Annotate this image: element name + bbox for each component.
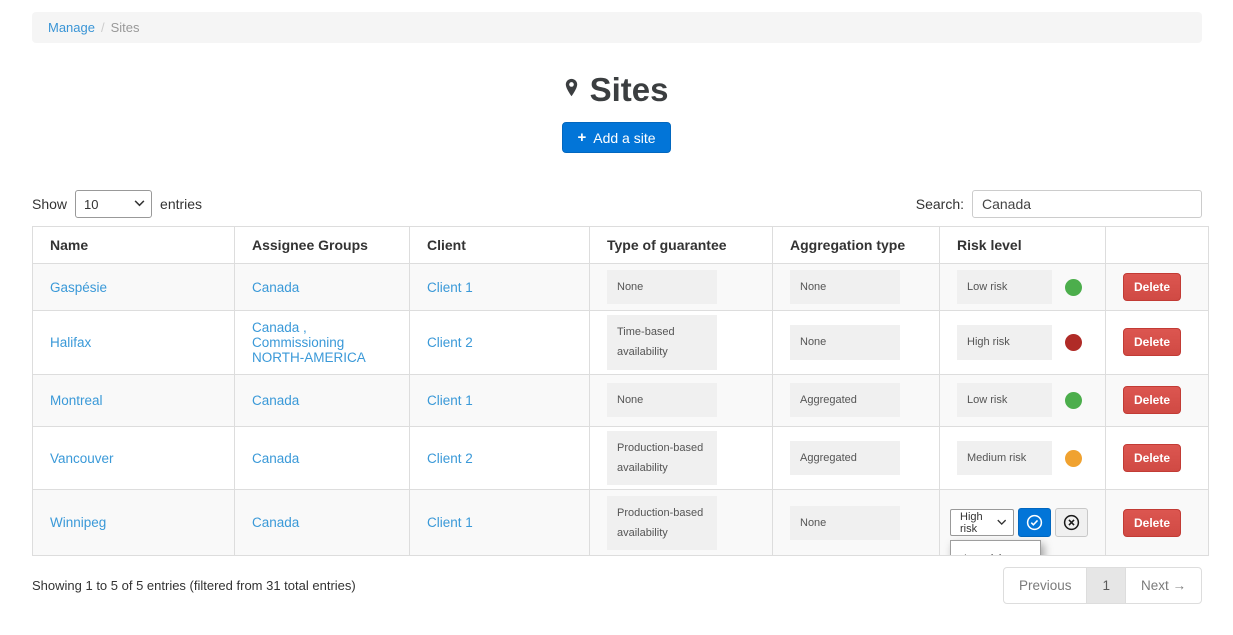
- risk-level-value: Medium risk: [957, 441, 1052, 475]
- sites-table: Name Assignee Groups Client Type of guar…: [32, 226, 1209, 556]
- column-header-risk-level: Risk level: [940, 227, 1106, 264]
- site-name-link[interactable]: Winnipeg: [50, 515, 106, 530]
- check-circle-icon: [1026, 514, 1043, 531]
- assignee-groups-link[interactable]: Canada: [252, 393, 299, 408]
- page-size-select[interactable]: 10: [75, 190, 152, 218]
- table-row: Winnipeg Canada Client 1 Production-base…: [33, 490, 1209, 556]
- site-name-link[interactable]: Halifax: [50, 335, 91, 350]
- map-pin-icon: [565, 78, 578, 102]
- client-link[interactable]: Client 1: [427, 280, 473, 295]
- add-site-button[interactable]: + Add a site: [562, 122, 670, 153]
- risk-option-low[interactable]: Low risk: [951, 544, 1040, 556]
- plus-icon: +: [577, 129, 586, 146]
- table-row: Montreal Canada Client 1 None Aggregated…: [33, 374, 1209, 426]
- pagination-previous-button[interactable]: Previous: [1003, 567, 1088, 604]
- aggregation-value: None: [790, 270, 900, 304]
- site-name-link[interactable]: Montreal: [50, 393, 103, 408]
- table-row: Halifax Canada , Commissioning NORTH-AME…: [33, 311, 1209, 375]
- risk-status-dot: [1065, 450, 1082, 467]
- aggregation-value: None: [790, 506, 900, 540]
- risk-level-value: Low risk: [957, 270, 1052, 304]
- risk-level-value: Low risk: [957, 383, 1052, 417]
- column-header-client: Client: [410, 227, 590, 264]
- breadcrumb-manage-link[interactable]: Manage: [48, 20, 95, 35]
- aggregation-value: None: [790, 325, 900, 359]
- risk-level-value: High risk: [957, 325, 1052, 359]
- delete-button[interactable]: Delete: [1123, 273, 1181, 301]
- entries-label: entries: [160, 196, 202, 212]
- chevron-down-icon: [997, 519, 1006, 526]
- client-link[interactable]: Client 1: [427, 393, 473, 408]
- client-link[interactable]: Client 2: [427, 451, 473, 466]
- page-title: Sites: [590, 71, 669, 109]
- pagination: Previous 1 Next →: [1003, 567, 1202, 604]
- assignee-groups-link[interactable]: Canada , Commissioning NORTH-AMERICA: [252, 320, 366, 365]
- add-site-label: Add a site: [593, 130, 655, 146]
- client-link[interactable]: Client 2: [427, 335, 473, 350]
- aggregation-value: Aggregated: [790, 441, 900, 475]
- cancel-risk-button[interactable]: [1055, 508, 1088, 537]
- risk-status-dot: [1065, 279, 1082, 296]
- assignee-groups-link[interactable]: Canada: [252, 280, 299, 295]
- breadcrumb: Manage / Sites: [32, 12, 1202, 43]
- show-label: Show: [32, 196, 67, 212]
- client-link[interactable]: Client 1: [427, 515, 473, 530]
- risk-level-dropdown: Low risk Medium risk High risk: [950, 540, 1041, 556]
- confirm-risk-button[interactable]: [1018, 508, 1051, 537]
- risk-status-dot: [1065, 392, 1082, 409]
- site-name-link[interactable]: Gaspésie: [50, 280, 107, 295]
- column-header-assignee-groups: Assignee Groups: [235, 227, 410, 264]
- risk-select-value: High risk: [960, 511, 997, 535]
- entries-info: Showing 1 to 5 of 5 entries (filtered fr…: [32, 578, 356, 593]
- breadcrumb-current: Sites: [111, 20, 140, 35]
- column-header-guarantee: Type of guarantee: [590, 227, 773, 264]
- column-header-name: Name: [33, 227, 235, 264]
- search-input[interactable]: [972, 190, 1202, 218]
- guarantee-value: None: [607, 270, 717, 304]
- x-circle-icon: [1063, 514, 1080, 531]
- column-header-aggregation: Aggregation type: [773, 227, 940, 264]
- delete-button[interactable]: Delete: [1123, 386, 1181, 414]
- table-row: Gaspésie Canada Client 1 None None Low r…: [33, 264, 1209, 311]
- guarantee-value: Time-based availability: [607, 315, 717, 370]
- risk-level-select[interactable]: High risk: [950, 509, 1014, 536]
- table-row: Vancouver Canada Client 2 Production-bas…: [33, 426, 1209, 490]
- breadcrumb-separator: /: [101, 20, 105, 35]
- sites-page: Manage/Sites Sites + Add a site Show 10 …: [0, 0, 1233, 635]
- risk-status-dot: [1065, 334, 1082, 351]
- aggregation-value: Aggregated: [790, 383, 900, 417]
- search-label: Search:: [916, 196, 964, 212]
- site-name-link[interactable]: Vancouver: [50, 451, 114, 466]
- column-header-actions: [1106, 227, 1209, 264]
- guarantee-value: Production-based availability: [607, 496, 717, 551]
- guarantee-value: Production-based availability: [607, 431, 717, 486]
- pagination-page-1-button[interactable]: 1: [1086, 567, 1126, 604]
- assignee-groups-link[interactable]: Canada: [252, 451, 299, 466]
- assignee-groups-link[interactable]: Canada: [252, 515, 299, 530]
- delete-button[interactable]: Delete: [1123, 444, 1181, 472]
- delete-button[interactable]: Delete: [1123, 328, 1181, 356]
- pagination-next-button[interactable]: Next →: [1125, 567, 1202, 604]
- delete-button[interactable]: Delete: [1123, 509, 1181, 537]
- guarantee-value: None: [607, 383, 717, 417]
